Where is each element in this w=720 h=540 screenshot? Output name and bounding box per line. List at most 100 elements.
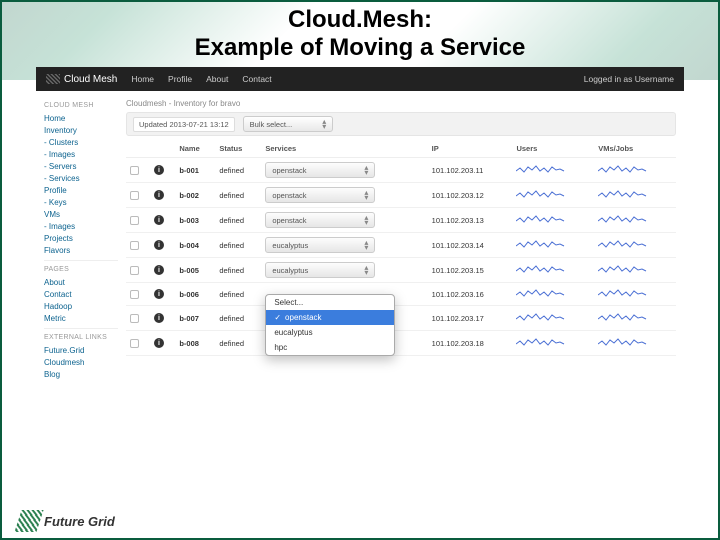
topnav-home[interactable]: Home	[131, 74, 154, 84]
sidebar-item[interactable]: - Keys	[44, 196, 118, 208]
updated-badge: Updated 2013-07-21 13:12	[133, 117, 235, 132]
col-header: Name	[175, 140, 215, 158]
info-icon[interactable]: i	[154, 338, 164, 348]
table-row: ib-008definedhpc▴▾101.102.203.18	[126, 331, 676, 356]
slide-title: Cloud.Mesh: Example of Moving a Service	[0, 0, 720, 63]
updown-icon: ▴▾	[364, 190, 368, 200]
table-row: ib-003definedopenstack▴▾101.102.203.13	[126, 208, 676, 233]
cell-status: defined	[215, 331, 261, 356]
check-icon: ✓	[274, 313, 281, 322]
sidebar-item[interactable]: Home	[44, 112, 118, 124]
cell-ip: 101.102.203.18	[428, 331, 513, 356]
sidebar-item[interactable]: - Images	[44, 220, 118, 232]
cell-status: defined	[215, 258, 261, 283]
sidebar: CLOUD MESHHomeInventory- Clusters- Image…	[36, 91, 126, 386]
topnav-contact[interactable]: Contact	[242, 74, 271, 84]
cell-ip: 101.102.203.16	[428, 283, 513, 306]
cell-vms	[594, 208, 676, 233]
sidebar-item[interactable]: Projects	[44, 232, 118, 244]
dd-option[interactable]: eucalyptus	[266, 325, 394, 340]
table-row: ib-002definedopenstack▴▾101.102.203.12	[126, 183, 676, 208]
sidebar-item[interactable]: Future.Grid	[44, 344, 118, 356]
updown-icon: ▴▾	[364, 165, 368, 175]
login-status: Logged in as Username	[584, 74, 674, 84]
cell-vms	[594, 331, 676, 356]
sidebar-item[interactable]: Profile	[44, 184, 118, 196]
sidebar-item[interactable]: - Clusters	[44, 136, 118, 148]
sidebar-item[interactable]: - Images	[44, 148, 118, 160]
cell-users	[512, 158, 594, 183]
updown-icon: ▴▾	[364, 265, 368, 275]
cell-status: defined	[215, 233, 261, 258]
dd-option[interactable]: ✓openstack	[266, 310, 394, 325]
sidebar-item[interactable]: Flavors	[44, 244, 118, 256]
sidebar-item[interactable]: VMs	[44, 208, 118, 220]
info-icon[interactable]: i	[154, 289, 164, 299]
col-header	[126, 140, 150, 158]
service-select[interactable]: eucalyptus▴▾	[265, 237, 375, 253]
sidebar-head: EXTERNAL LINKS	[44, 334, 118, 341]
cell-name: b-004	[175, 233, 215, 258]
row-checkbox[interactable]	[130, 314, 139, 323]
cell-ip: 101.102.203.11	[428, 158, 513, 183]
cell-vms	[594, 283, 676, 306]
row-checkbox[interactable]	[130, 241, 139, 250]
cell-users	[512, 183, 594, 208]
cell-vms	[594, 258, 676, 283]
info-icon[interactable]: i	[154, 265, 164, 275]
col-header: IP	[428, 140, 513, 158]
toolbar: Updated 2013-07-21 13:12 Bulk select... …	[126, 112, 676, 136]
cell-vms	[594, 183, 676, 208]
service-select[interactable]: openstack▴▾	[265, 212, 375, 228]
sidebar-item[interactable]: - Services	[44, 172, 118, 184]
sidebar-item[interactable]: About	[44, 276, 118, 288]
sidebar-item[interactable]: Blog	[44, 368, 118, 380]
service-select[interactable]: openstack▴▾	[265, 187, 375, 203]
topnav-about[interactable]: About	[206, 74, 228, 84]
inventory-table: NameStatusServicesIPUsersVMs/Jobs ib-001…	[126, 140, 676, 356]
sidebar-item[interactable]: Hadoop	[44, 300, 118, 312]
table-row: ib-006definedSelect...✓openstackeucalypt…	[126, 283, 676, 306]
info-icon[interactable]: i	[154, 240, 164, 250]
row-checkbox[interactable]	[130, 266, 139, 275]
row-checkbox[interactable]	[130, 216, 139, 225]
dd-title: Select...	[266, 295, 394, 310]
table-row: ib-004definedeucalyptus▴▾101.102.203.14	[126, 233, 676, 258]
sidebar-item[interactable]: Inventory	[44, 124, 118, 136]
col-header: Status	[215, 140, 261, 158]
cell-name: b-001	[175, 158, 215, 183]
main-panel: Cloudmesh - Inventory for bravo Updated …	[126, 91, 684, 386]
cell-status: defined	[215, 208, 261, 233]
sidebar-item[interactable]: - Servers	[44, 160, 118, 172]
updown-icon: ▴▾	[322, 119, 326, 129]
sidebar-item[interactable]: Cloudmesh	[44, 356, 118, 368]
table-row: i b-001definedopenstack▴▾ 101.102.203.11	[126, 158, 676, 183]
cell-users	[512, 331, 594, 356]
service-select[interactable]: eucalyptus▴▾	[265, 262, 375, 278]
col-header: Users	[512, 140, 594, 158]
cell-status: defined	[215, 158, 261, 183]
sidebar-head: PAGES	[44, 266, 118, 273]
breadcrumb: Cloudmesh - Inventory for bravo	[126, 99, 676, 108]
info-icon[interactable]: i	[154, 190, 164, 200]
cell-name: b-005	[175, 258, 215, 283]
row-checkbox[interactable]	[130, 339, 139, 348]
cell-ip: 101.102.203.15	[428, 258, 513, 283]
bulk-select[interactable]: Bulk select... ▴▾	[243, 116, 334, 132]
updown-icon: ▴▾	[364, 215, 368, 225]
row-checkbox[interactable]	[130, 290, 139, 299]
cell-vms	[594, 158, 676, 183]
row-checkbox[interactable]	[130, 191, 139, 200]
service-select[interactable]: openstack▴▾	[265, 162, 375, 178]
info-icon[interactable]: i	[154, 215, 164, 225]
table-row: ib-007definedhpc▴▾101.102.203.17	[126, 306, 676, 331]
sidebar-item[interactable]: Contact	[44, 288, 118, 300]
info-icon[interactable]: i	[154, 313, 164, 323]
cell-users	[512, 283, 594, 306]
info-icon[interactable]: i	[154, 165, 164, 175]
topnav-profile[interactable]: Profile	[168, 74, 192, 84]
sidebar-item[interactable]: Metric	[44, 312, 118, 324]
row-checkbox[interactable]	[130, 166, 139, 175]
sidebar-head: CLOUD MESH	[44, 102, 118, 109]
dd-option[interactable]: hpc	[266, 340, 394, 355]
